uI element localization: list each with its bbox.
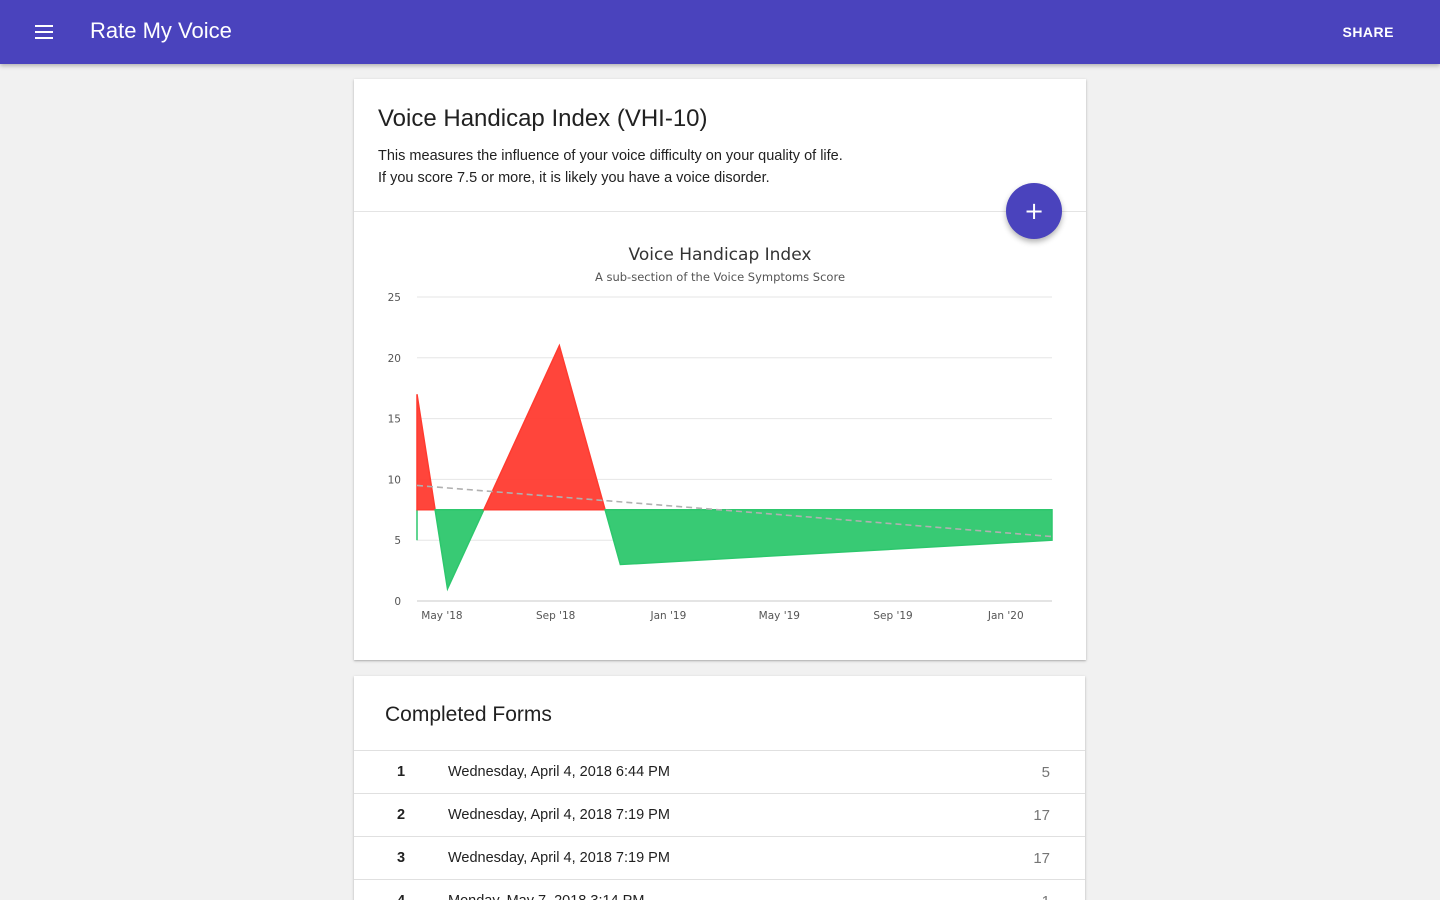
form-score: 17	[1033, 806, 1050, 824]
vhi-card: Voice Handicap Index (VHI-10) This measu…	[354, 79, 1086, 660]
vhi-description-line-1: This measures the influence of your voic…	[378, 148, 843, 164]
form-index: 4	[354, 880, 448, 900]
x-tick-label: May '19	[759, 610, 800, 622]
x-tick-label: Jan '20	[987, 610, 1024, 622]
form-date: Wednesday, April 4, 2018 6:44 PM	[448, 764, 670, 780]
vhi-description: This measures the influence of your voic…	[378, 145, 843, 189]
form-score: 1	[965, 880, 1085, 900]
completed-forms-card: Completed Forms 1 Wednesday, April 4, 201…	[354, 676, 1085, 900]
x-tick-label: May '18	[421, 610, 462, 622]
y-tick-label: 15	[388, 414, 401, 426]
form-date: Wednesday, April 4, 2018 7:19 PM	[448, 850, 670, 866]
form-date: Wednesday, April 4, 2018 7:19 PM	[448, 807, 670, 823]
y-tick-label: 25	[388, 292, 401, 304]
divider	[354, 211, 1086, 212]
chart-subtitle: A sub-section of the Voice Symptoms Scor…	[595, 270, 845, 284]
y-tick-label: 20	[388, 353, 401, 365]
vhi-chart: Voice Handicap Index A sub-section of the…	[354, 229, 1086, 639]
form-index: 2	[396, 807, 406, 823]
y-tick-label: 5	[394, 535, 401, 547]
form-index: 1	[396, 764, 406, 780]
x-tick-label: Sep '18	[536, 610, 575, 622]
vhi-description-line-2: If you score 7.5 or more, it is likely y…	[378, 170, 770, 186]
form-row[interactable]: 4Monday, May 7, 2018 3:14 PM1	[354, 879, 1085, 900]
vhi-title: Voice Handicap Index (VHI-10)	[378, 105, 708, 132]
completed-forms-table: 1 Wednesday, April 4, 2018 6:44 PM 5 2 Wedne…	[354, 750, 1085, 900]
area-below-threshold	[434, 509, 486, 592]
vhi-chart-svg: Voice Handicap Index A sub-section of the…	[388, 245, 1053, 622]
menu-icon[interactable]	[26, 14, 62, 50]
form-row[interactable]: 1 Wednesday, April 4, 2018 6:44 PM 5	[354, 750, 1085, 794]
form-row[interactable]: 3 Wednesday, April 4, 2018 7:19 PM 17	[354, 836, 1085, 880]
x-tick-label: Jan '19	[650, 610, 687, 622]
form-row[interactable]: 2 Wednesday, April 4, 2018 7:19 PM 17	[354, 793, 1085, 837]
completed-forms-title: Completed Forms	[385, 703, 552, 726]
y-tick-label: 0	[394, 596, 401, 608]
x-tick-label: Sep '19	[873, 610, 912, 622]
form-score: 5	[1041, 763, 1050, 781]
y-tick-label: 10	[388, 474, 401, 486]
form-score: 17	[1033, 849, 1050, 867]
area-above-threshold	[482, 343, 607, 511]
form-date: Monday, May 7, 2018 3:14 PM	[448, 880, 965, 900]
area-above-threshold	[416, 394, 436, 511]
form-index: 3	[396, 850, 406, 866]
app-title: Rate My Voice	[90, 18, 232, 43]
app-bar: Rate My Voice SHARE	[0, 0, 1440, 64]
share-button[interactable]: SHARE	[1330, 16, 1406, 48]
chart-title: Voice Handicap Index	[629, 245, 812, 265]
